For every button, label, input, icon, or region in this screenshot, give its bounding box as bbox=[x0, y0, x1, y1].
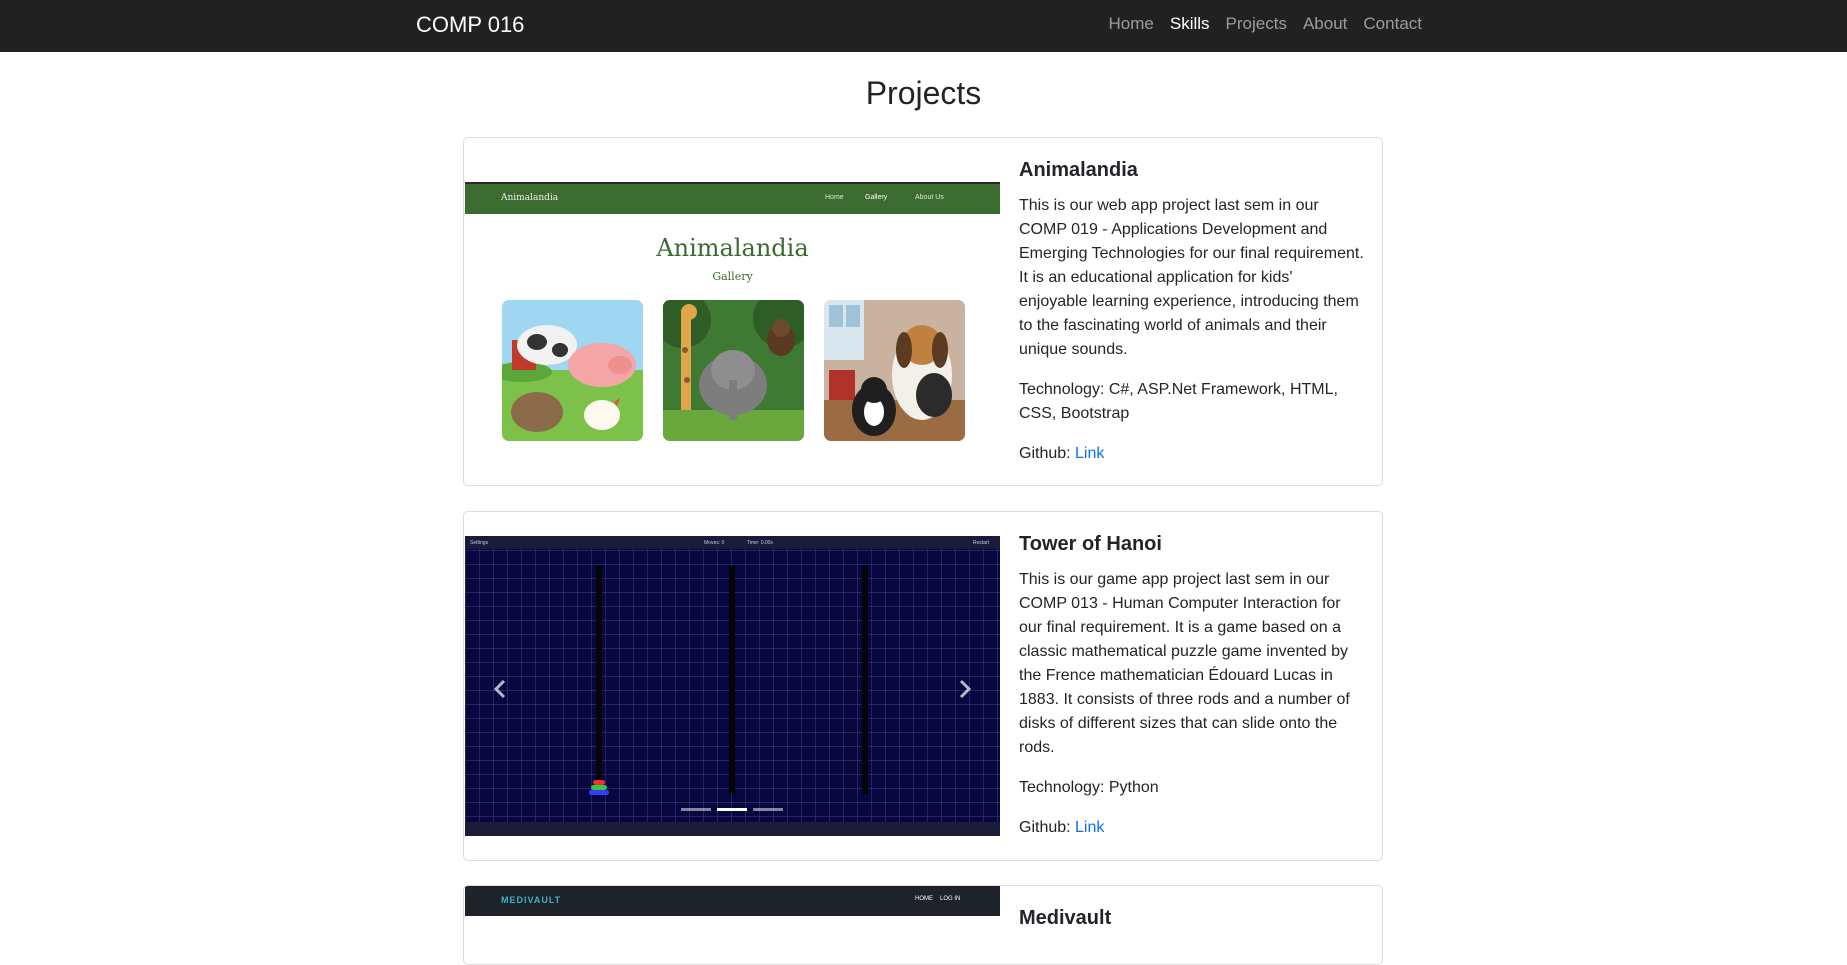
github-label: Github: bbox=[1019, 819, 1076, 836]
project-description: This is our game app project last sem in… bbox=[1019, 571, 1350, 756]
hanoi-rod-left bbox=[596, 566, 602, 794]
hanoi-rod-middle bbox=[729, 566, 735, 794]
nav-link-contact[interactable]: Contact bbox=[1363, 14, 1422, 34]
hanoi-top-bar: Settings Moves: 0 Time: 0.00s Restart bbox=[465, 536, 1000, 549]
project-card-tower-of-hanoi: Settings Moves: 0 Time: 0.00s Restart To… bbox=[463, 511, 1383, 861]
hanoi-rod-right bbox=[862, 566, 868, 794]
carousel-indicator-2[interactable] bbox=[717, 808, 747, 811]
hanoi-screenshot: Settings Moves: 0 Time: 0.00s Restart bbox=[465, 536, 1000, 836]
project-description: This is our web app project last sem in … bbox=[1019, 197, 1364, 358]
farm-animals-image bbox=[502, 300, 643, 441]
chevron-left-icon bbox=[493, 679, 506, 699]
medivault-nav-home: HOME bbox=[915, 896, 933, 902]
project-details-animalandia: Animalandia This is our web app project … bbox=[1019, 158, 1365, 482]
jungle-animals-image bbox=[663, 300, 804, 441]
hanoi-bottom-bar bbox=[465, 822, 1000, 836]
project-details-hanoi: Tower of Hanoi This is our game app proj… bbox=[1019, 532, 1365, 856]
project-github: Github: Link bbox=[1019, 816, 1365, 840]
page-title: Projects bbox=[865, 75, 982, 111]
animalandia-screenshot: Animalandia Home Gallery About Us Animal… bbox=[465, 182, 1000, 442]
github-link[interactable]: Link bbox=[1075, 819, 1104, 836]
hanoi-time: Time: 0.00s bbox=[747, 540, 773, 546]
project-github: Github: Link bbox=[1019, 442, 1365, 466]
project-technology: Technology: C#, ASP.Net Framework, HTML,… bbox=[1019, 381, 1338, 422]
project-title: Animalandia bbox=[1019, 159, 1138, 181]
hanoi-disk-red bbox=[593, 780, 605, 785]
hanoi-settings: Settings bbox=[470, 540, 489, 546]
carousel-indicator-3[interactable] bbox=[753, 808, 783, 811]
github-label: Github: bbox=[1019, 445, 1076, 462]
nav-link-projects[interactable]: Projects bbox=[1226, 14, 1287, 34]
hanoi-disk-green bbox=[591, 785, 607, 790]
carousel-prev-button[interactable] bbox=[485, 674, 515, 704]
nav-link-skills[interactable]: Skills bbox=[1170, 14, 1210, 34]
animalandia-nav-about: About Us bbox=[915, 194, 944, 201]
pets-image bbox=[824, 300, 965, 441]
project-title: Tower of Hanoi bbox=[1019, 533, 1162, 555]
carousel-indicator-1[interactable] bbox=[681, 808, 711, 811]
medivault-brand: MEDIVAULT bbox=[501, 895, 562, 905]
navbar-brand[interactable]: COMP 016 bbox=[416, 12, 524, 38]
animalandia-subheading: Gallery bbox=[712, 270, 753, 283]
animalandia-nav-gallery: Gallery bbox=[865, 194, 888, 201]
animalandia-nav-home: Home bbox=[825, 194, 844, 201]
project-image-carousel-hanoi: Settings Moves: 0 Time: 0.00s Restart bbox=[465, 512, 1000, 860]
medivault-nav-login: LOG IN bbox=[940, 896, 961, 902]
chevron-right-icon bbox=[959, 679, 972, 699]
project-title: Medivault bbox=[1019, 907, 1112, 929]
carousel-next-button[interactable] bbox=[950, 674, 980, 704]
project-image-animalandia: Animalandia Home Gallery About Us Animal… bbox=[465, 138, 1000, 485]
hanoi-moves: Moves: 0 bbox=[704, 540, 725, 546]
nav-links: Home Skills Projects About Contact bbox=[1093, 14, 1422, 34]
project-details-medivault: Medivault bbox=[1019, 906, 1365, 942]
project-card-medivault: MEDIVAULT HOME LOG IN Medivault bbox=[463, 885, 1383, 965]
nav-link-home[interactable]: Home bbox=[1109, 14, 1154, 34]
project-card-animalandia: Animalandia Home Gallery About Us Animal… bbox=[463, 137, 1383, 486]
project-image-medivault: MEDIVAULT HOME LOG IN bbox=[465, 886, 1000, 964]
top-navbar: COMP 016 Home Skills Projects About Cont… bbox=[0, 0, 1847, 52]
animalandia-heading: Animalandia bbox=[656, 234, 809, 262]
project-technology: Technology: Python bbox=[1019, 779, 1159, 796]
nav-link-about[interactable]: About bbox=[1303, 14, 1347, 34]
github-link[interactable]: Link bbox=[1075, 445, 1104, 462]
hanoi-disk-blue bbox=[589, 790, 609, 795]
medivault-screenshot-navbar: MEDIVAULT HOME LOG IN bbox=[465, 886, 1000, 916]
animalandia-brand: Animalandia bbox=[501, 193, 559, 203]
hanoi-restart: Restart bbox=[973, 540, 990, 546]
animalandia-navbar: Animalandia Home Gallery About Us bbox=[465, 182, 1000, 214]
